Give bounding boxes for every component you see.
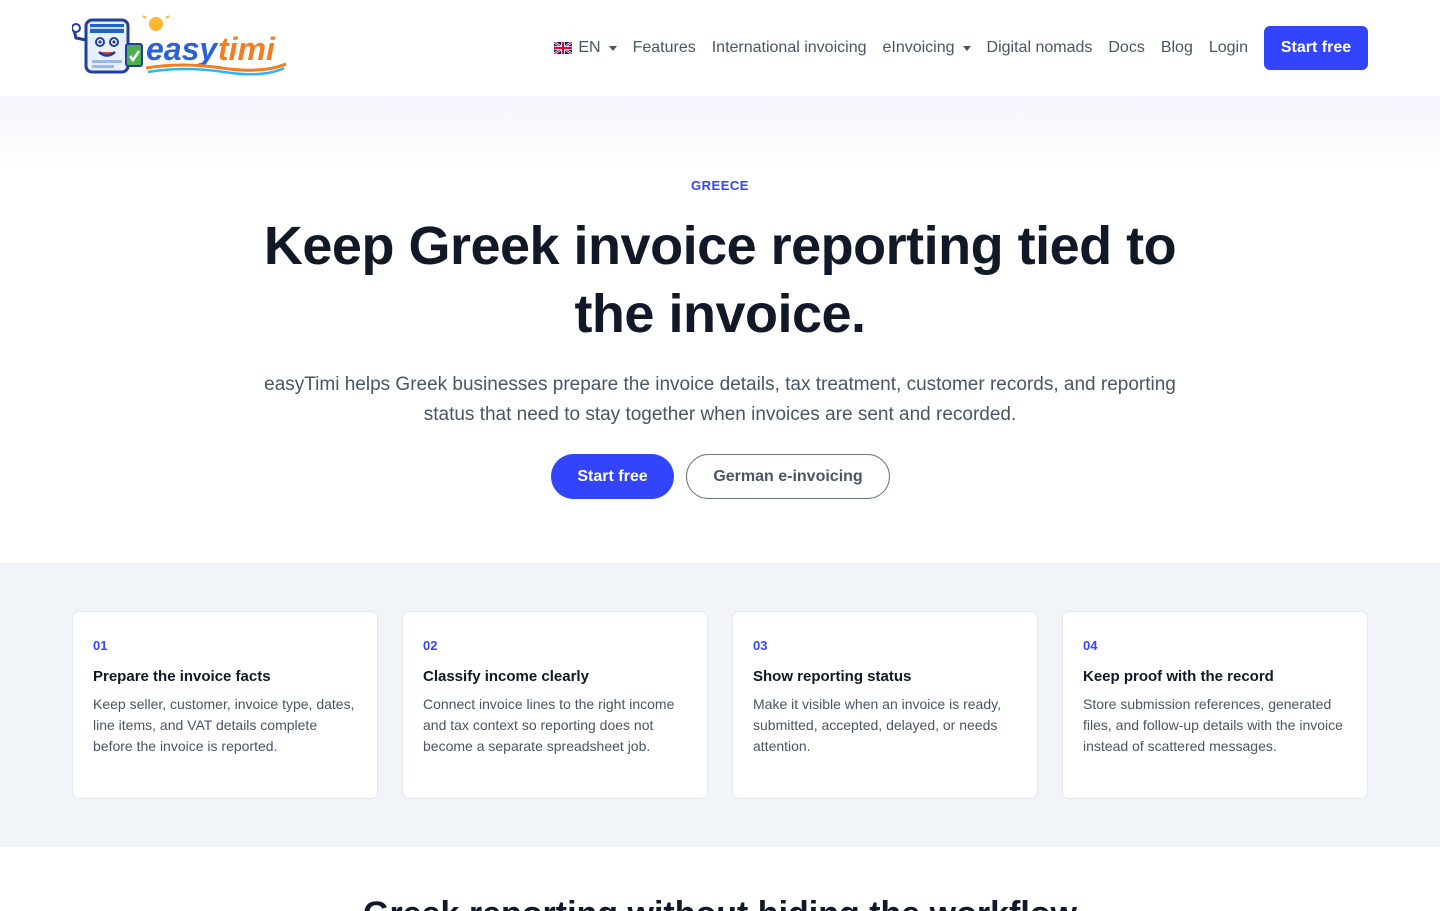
uk-flag-icon (554, 42, 573, 54)
feature-title: Keep proof with the record (1083, 668, 1274, 685)
feature-number: 02 (423, 638, 438, 653)
nav-link-docs[interactable]: Docs (1108, 39, 1144, 57)
nav-link-international-invoicing[interactable]: International invoicing (712, 39, 867, 57)
nav-link-blog[interactable]: Blog (1161, 39, 1193, 57)
nav-link-login[interactable]: Login (1209, 39, 1248, 57)
chevron-down-icon (608, 45, 617, 51)
feature-card: 01 Prepare the invoice facts Keep seller… (72, 611, 378, 799)
language-dropdown[interactable]: EN (554, 39, 617, 57)
hero-eyebrow: GREECE (691, 178, 749, 193)
feature-title: Classify income clearly (423, 668, 589, 685)
feature-number: 03 (753, 638, 768, 653)
nav-dropdown-label: eInvoicing (882, 39, 955, 56)
feature-card: 03 Show reporting status Make it visible… (732, 611, 1038, 799)
svg-text:timi: timi (218, 31, 276, 67)
feature-card: 02 Classify income clearly Connect invoi… (402, 611, 708, 799)
language-label: EN (578, 39, 601, 56)
hero-subtitle: easyTimi helps Greek businesses prepare … (264, 374, 1176, 425)
hero-start-free-button[interactable]: Start free (551, 454, 674, 499)
feature-text: Keep seller, customer, invoice type, dat… (93, 696, 355, 754)
chevron-down-icon (962, 45, 971, 51)
german-einvoicing-button[interactable]: German e-invoicing (686, 454, 890, 499)
feature-title: Prepare the invoice facts (93, 668, 271, 685)
feature-number: 01 (93, 638, 108, 653)
feature-number: 04 (1083, 638, 1098, 653)
nav-link-digital-nomads[interactable]: Digital nomads (987, 39, 1093, 57)
nav-dropdown-einvoicing[interactable]: eInvoicing (882, 39, 971, 57)
feature-text: Make it visible when an invoice is ready… (753, 696, 1001, 754)
main-nav: EN Features International invoicing eInv… (554, 26, 1368, 70)
easytimi-logo[interactable]: easy timi (71, 11, 288, 80)
logo-mascot-icon: easy timi (71, 11, 287, 76)
hero-title: Keep Greek invoice reporting tied to the… (263, 216, 1177, 344)
feature-title: Show reporting status (753, 668, 912, 685)
feature-text: Store submission references, generated f… (1083, 696, 1343, 754)
feature-text: Connect invoice lines to the right incom… (423, 696, 675, 754)
nav-link-features[interactable]: Features (633, 39, 696, 57)
section-heading: Greek reporting without hiding the workf… (0, 893, 1440, 911)
start-free-button[interactable]: Start free (1264, 26, 1368, 70)
top-navbar: easy timi EN Features International invo… (0, 0, 1440, 96)
feature-card: 04 Keep proof with the record Store subm… (1062, 611, 1368, 799)
svg-text:easy: easy (146, 31, 219, 67)
